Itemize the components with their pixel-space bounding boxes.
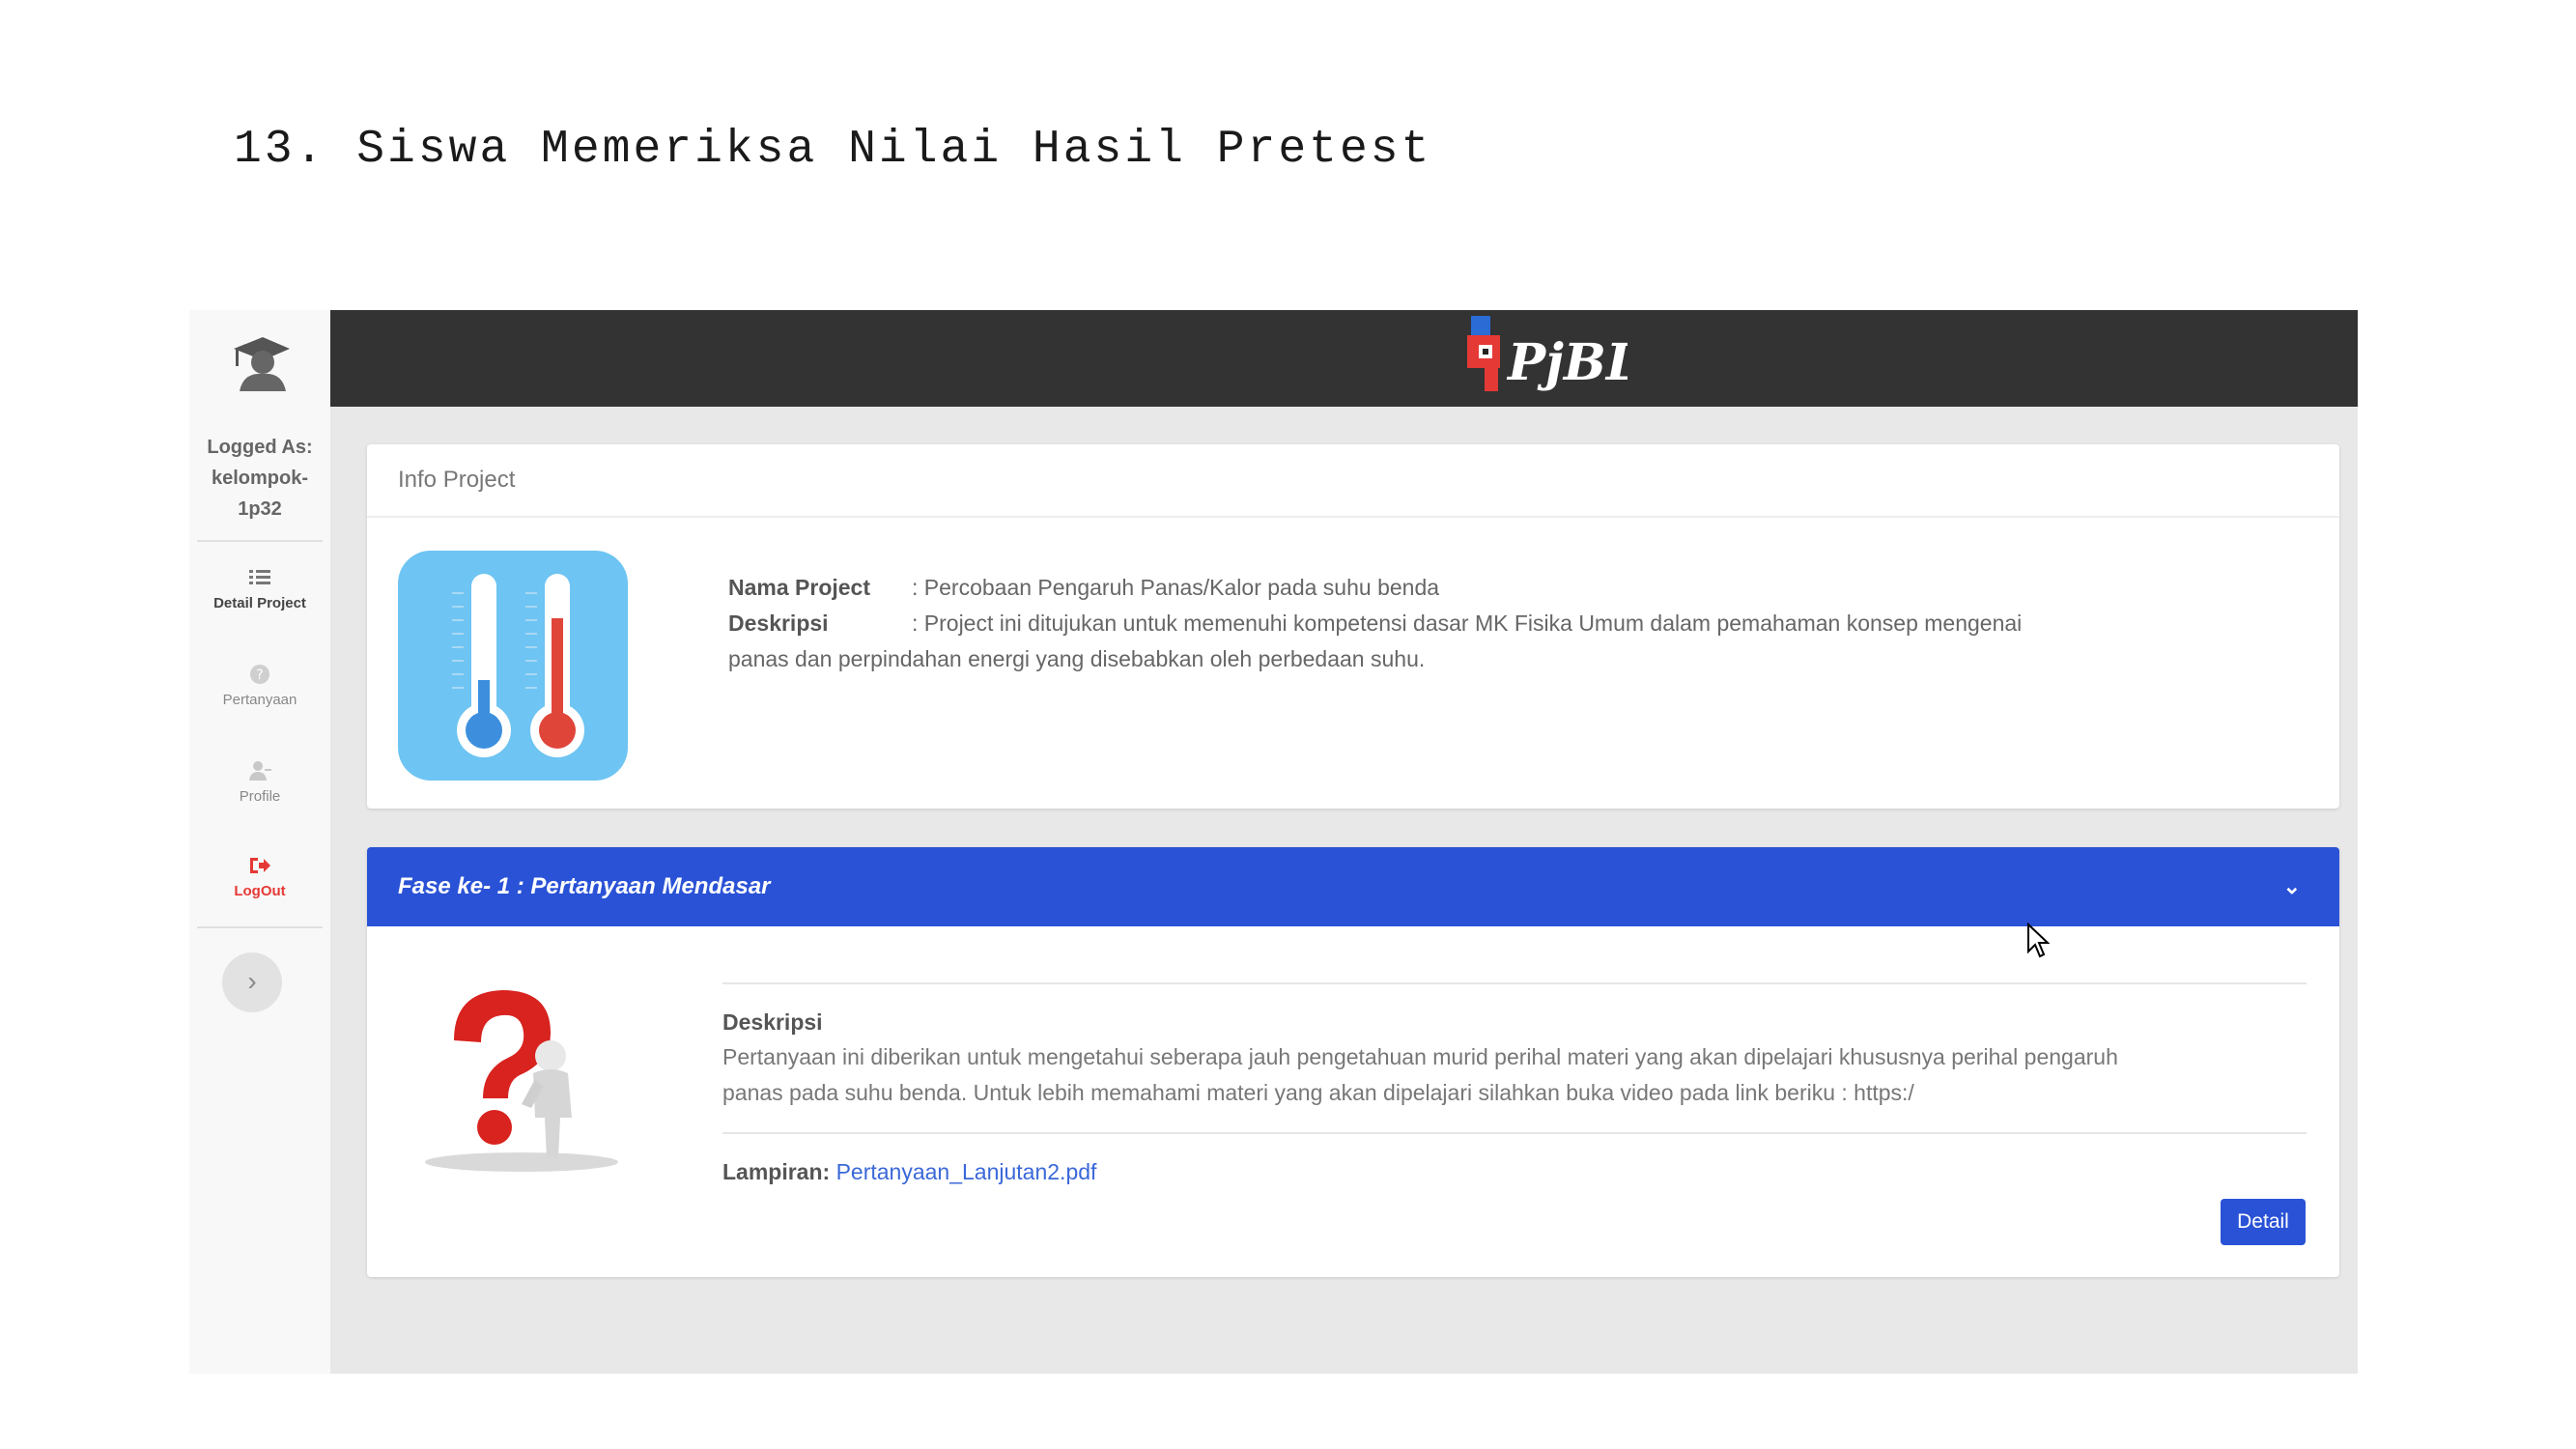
project-description-value-line-1: : Project ini ditujukan untuk memenuhi k…	[912, 611, 2023, 636]
sidebar: Logged As: kelompok- 1p32 Detail Project…	[189, 310, 330, 1374]
phase-body: Deskripsi Pertanyaan ini diberikan untuk…	[722, 982, 2307, 1185]
sidebar-item-label: Detail Project	[213, 595, 306, 611]
phase-header[interactable]: Fase ke- 1 : Pertanyaan Mendasar ⌄	[367, 847, 2339, 926]
pjbl-logo: PjBL	[1467, 316, 1628, 392]
phase-description-text: Pertanyaan ini diberikan untuk mengetahu…	[722, 1039, 2268, 1111]
logged-as-label: Logged As:	[207, 437, 313, 458]
project-name-value: : Percobaan Pengaruh Panas/Kalor pada su…	[912, 575, 1440, 600]
divider	[722, 982, 2307, 984]
document-heading: 13. Siswa Memeriksa Nilai Hasil Pretest	[234, 124, 1432, 176]
sidebar-divider	[197, 926, 323, 928]
chevron-down-icon[interactable]: ⌄	[2283, 847, 2301, 926]
user-icon	[249, 761, 271, 781]
project-description-label: Deskripsi	[728, 611, 829, 636]
username-line-2: 1p32	[238, 498, 282, 520]
info-project-card: Info Project Nama Project: Percobaan Pe…	[367, 444, 2339, 809]
attachment-row: Lampiran: Pertanyaan_Lanjutan2.pdf	[722, 1159, 2307, 1185]
graduate-avatar-icon	[234, 337, 290, 391]
info-project-header: Info Project	[367, 444, 2339, 518]
divider	[722, 1132, 2307, 1134]
mouse-cursor-icon	[2027, 923, 2050, 958]
attachment-link[interactable]: Pertanyaan_Lanjutan2.pdf	[836, 1159, 1097, 1184]
username-line-1: kelompok-	[211, 468, 309, 489]
project-name-label: Nama Project	[728, 575, 871, 600]
svg-text:?: ?	[256, 668, 263, 683]
logo-text: PjBL	[1506, 333, 1628, 392]
sidebar-item-detail-project[interactable]: Detail Project	[189, 566, 330, 611]
logout-icon	[250, 858, 270, 873]
top-bar: PjBL	[330, 310, 2358, 407]
sidebar-item-label: LogOut	[234, 883, 286, 899]
sidebar-item-label: Profile	[239, 788, 281, 805]
phase-description-label: Deskripsi	[722, 1009, 823, 1035]
sidebar-item-label: Pertanyaan	[222, 692, 297, 708]
thermometer-image	[398, 551, 628, 781]
sidebar-expand-button[interactable]: ›	[222, 952, 282, 1012]
phase-card: Fase ke- 1 : Pertanyaan Mendasar ⌄ Deskr…	[367, 847, 2339, 1277]
sidebar-divider	[197, 540, 323, 542]
project-name-row: Nama Project : Percobaan Pengaruh Panas/K…	[728, 570, 2177, 606]
app-screenshot: Logged As: kelompok- 1p32 Detail Project…	[189, 310, 2358, 1374]
question-mark-person-image	[425, 990, 618, 1172]
project-description-value-line-2: panas dan perpindahan energi yang diseba…	[728, 646, 1426, 671]
question-icon: ?	[250, 665, 269, 684]
sidebar-item-profile[interactable]: Profile	[189, 759, 330, 805]
detail-button[interactable]: Detail	[2221, 1199, 2306, 1245]
phase-description-line-2: panas pada suhu benda. Untuk lebih memah…	[722, 1080, 1914, 1105]
project-description-row: Deskripsi : Project ini ditujukan untuk m…	[728, 606, 2177, 641]
logged-as-info: Logged As: kelompok- 1p32	[189, 432, 330, 525]
phase-description-line-1: Pertanyaan ini diberikan untuk mengetahu…	[722, 1044, 2118, 1069]
sidebar-item-logout[interactable]: LogOut	[189, 854, 330, 899]
list-icon	[249, 570, 270, 584]
info-project-details: Nama Project : Percobaan Pengaruh Panas/K…	[728, 570, 2177, 677]
sidebar-item-pertanyaan[interactable]: ? Pertanyaan	[189, 663, 330, 708]
phase-title: Fase ke- 1 : Pertanyaan Mendasar	[398, 873, 771, 899]
attachment-label: Lampiran:	[722, 1159, 831, 1184]
